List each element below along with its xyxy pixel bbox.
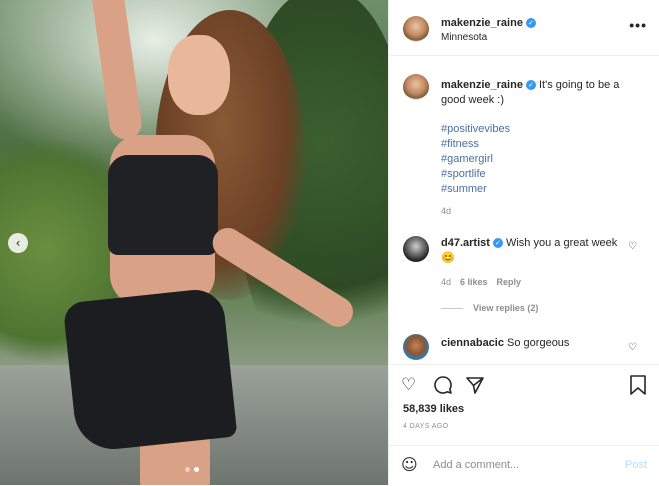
author-avatar[interactable] bbox=[403, 16, 429, 42]
hashtag-link[interactable]: #summer bbox=[441, 182, 510, 197]
comment-like-heart-icon[interactable]: ♡ bbox=[628, 241, 637, 252]
photo-subject bbox=[40, 0, 360, 485]
comment-text: Wish you a great week bbox=[505, 237, 618, 249]
subject-shorts bbox=[62, 287, 238, 453]
hashtag-link[interactable]: #fitness bbox=[441, 137, 510, 152]
add-comment-bar: ☺ Post bbox=[389, 445, 659, 486]
hashtag-link[interactable]: #positivevibes bbox=[441, 122, 510, 137]
carousel-dot-active bbox=[194, 467, 199, 472]
commenter-username[interactable]: ciennabacic bbox=[441, 337, 504, 349]
commenter-username[interactable]: d47.artist bbox=[441, 237, 490, 249]
replies-divider bbox=[441, 307, 463, 309]
comment-input[interactable] bbox=[433, 456, 603, 474]
paper-plane-icon[interactable] bbox=[465, 375, 485, 400]
view-replies-button[interactable]: View replies (2) bbox=[441, 303, 538, 313]
carousel-dots bbox=[185, 467, 199, 472]
smiley-icon[interactable]: ☺ bbox=[401, 455, 418, 474]
post-comment-button[interactable]: Post bbox=[625, 459, 647, 471]
likes-count[interactable]: 58,839 likes bbox=[403, 403, 464, 415]
verified-badge-icon: ✓ bbox=[525, 18, 536, 28]
comment-timestamp[interactable]: 4d bbox=[441, 277, 451, 287]
reply-button[interactable]: Reply bbox=[497, 277, 522, 287]
paper-plane-icon-svg bbox=[466, 377, 484, 394]
post-date[interactable]: 4 DAYS AGO bbox=[403, 423, 449, 430]
author-username-text[interactable]: makenzie_raine bbox=[441, 17, 523, 29]
comment-text: So gorgeous bbox=[507, 337, 570, 349]
verified-badge-icon: ✓ bbox=[492, 238, 503, 248]
post-photo[interactable]: ‹ bbox=[0, 0, 388, 485]
bookmark-icon[interactable] bbox=[629, 375, 647, 400]
post-location[interactable]: Minnesota bbox=[441, 32, 487, 43]
comment-text-block: ciennabacic So gorgeous bbox=[441, 336, 621, 351]
subject-raised-arm bbox=[88, 0, 144, 142]
comment-emoji: 😊 bbox=[441, 252, 455, 264]
hashtag-list: #positivevibes #fitness #gamergirl #spor… bbox=[441, 122, 510, 197]
hashtag-link[interactable]: #gamergirl bbox=[441, 152, 510, 167]
ellipsis-icon[interactable]: ••• bbox=[629, 17, 647, 33]
subject-sports-top bbox=[108, 155, 218, 255]
post-header: makenzie_raine ✓ Minnesota ••• bbox=[389, 0, 659, 56]
caption-text-block: makenzie_raine ✓ It's going to be a good … bbox=[441, 78, 641, 108]
comment-meta: 4d 6 likes Reply bbox=[441, 277, 521, 287]
caption-avatar[interactable] bbox=[403, 74, 429, 100]
bookmark-icon-svg bbox=[630, 375, 646, 395]
author-username[interactable]: makenzie_raine ✓ bbox=[441, 17, 536, 29]
subject-face bbox=[168, 35, 230, 115]
comment-likes[interactable]: 6 likes bbox=[460, 277, 488, 287]
heart-icon[interactable]: ♡ bbox=[401, 375, 416, 395]
caption-username[interactable]: makenzie_raine bbox=[441, 79, 523, 91]
chevron-left-icon[interactable]: ‹ bbox=[8, 233, 28, 253]
comment-like-heart-icon[interactable]: ♡ bbox=[628, 342, 637, 353]
carousel-dot bbox=[185, 467, 190, 472]
caption-timestamp[interactable]: 4d bbox=[441, 206, 451, 216]
comment-icon[interactable] bbox=[433, 375, 453, 400]
view-replies-label[interactable]: View replies (2) bbox=[473, 303, 538, 313]
commenter-avatar[interactable] bbox=[403, 334, 429, 360]
hashtag-link[interactable]: #sportlife bbox=[441, 167, 510, 182]
commenter-avatar[interactable] bbox=[403, 236, 429, 262]
post-modal: ‹ makenzie_raine ✓ Minnesota ••• makenzie… bbox=[0, 0, 659, 485]
comment-text-block: d47.artist ✓ Wish you a great week 😊 bbox=[441, 236, 621, 266]
post-side-panel: makenzie_raine ✓ Minnesota ••• makenzie_r… bbox=[388, 0, 659, 485]
verified-badge-icon: ✓ bbox=[525, 80, 536, 90]
comment-icon-svg bbox=[434, 376, 452, 394]
